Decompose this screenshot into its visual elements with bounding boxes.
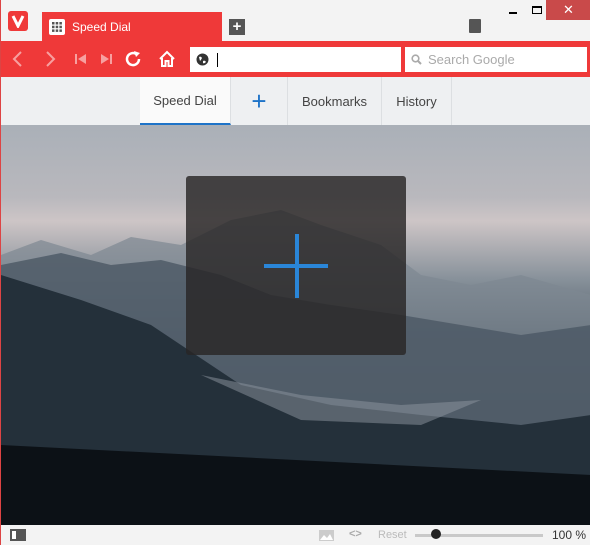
speed-dial-background	[1, 125, 590, 525]
image-toggle-icon[interactable]	[319, 530, 334, 541]
rewind-icon[interactable]	[71, 49, 91, 69]
close-button[interactable]: ✕	[546, 0, 590, 20]
page-actions-icon[interactable]: <>	[349, 528, 362, 540]
back-icon[interactable]	[7, 49, 27, 69]
panel-toggle-icon[interactable]	[10, 529, 26, 541]
search-placeholder: Search Google	[428, 52, 515, 67]
add-speed-dial-tile[interactable]	[186, 176, 406, 355]
fast-forward-icon[interactable]	[96, 49, 116, 69]
tab-speed-dial[interactable]: Speed Dial	[42, 12, 222, 42]
title-bar: Speed Dial + ✕	[1, 0, 590, 42]
add-icon-bar	[264, 264, 328, 268]
status-bar: <> Reset 100 %	[1, 525, 590, 545]
zoom-slider-handle[interactable]	[431, 529, 441, 539]
address-toolbar: Search Google	[1, 41, 590, 77]
sd-tab-add-group[interactable]: +	[231, 77, 288, 125]
globe-icon	[196, 53, 209, 66]
browser-window: Speed Dial + ✕ Search Google Speed Dial …	[0, 0, 590, 545]
minimize-button[interactable]	[501, 0, 525, 20]
address-bar[interactable]	[190, 47, 401, 72]
zoom-level: 100 %	[552, 528, 587, 542]
sd-tab-history[interactable]: History	[382, 77, 452, 125]
search-field[interactable]: Search Google	[405, 47, 587, 72]
new-tab-button[interactable]: +	[229, 19, 245, 35]
sd-tab-bookmarks[interactable]: Bookmarks	[288, 77, 382, 125]
tab-title: Speed Dial	[72, 20, 131, 34]
zoom-reset-button[interactable]: Reset	[378, 529, 407, 541]
reload-icon[interactable]	[123, 49, 143, 69]
trash-icon[interactable]	[469, 19, 481, 33]
vivaldi-logo[interactable]	[8, 11, 28, 31]
text-caret	[217, 52, 218, 67]
home-icon[interactable]	[157, 49, 177, 69]
search-icon	[411, 54, 422, 65]
sd-tab-speed-dial[interactable]: Speed Dial	[140, 77, 231, 125]
speed-dial-grid-icon	[49, 19, 65, 35]
forward-icon[interactable]	[41, 49, 61, 69]
speed-dial-nav: Speed Dial + Bookmarks History	[1, 77, 590, 125]
